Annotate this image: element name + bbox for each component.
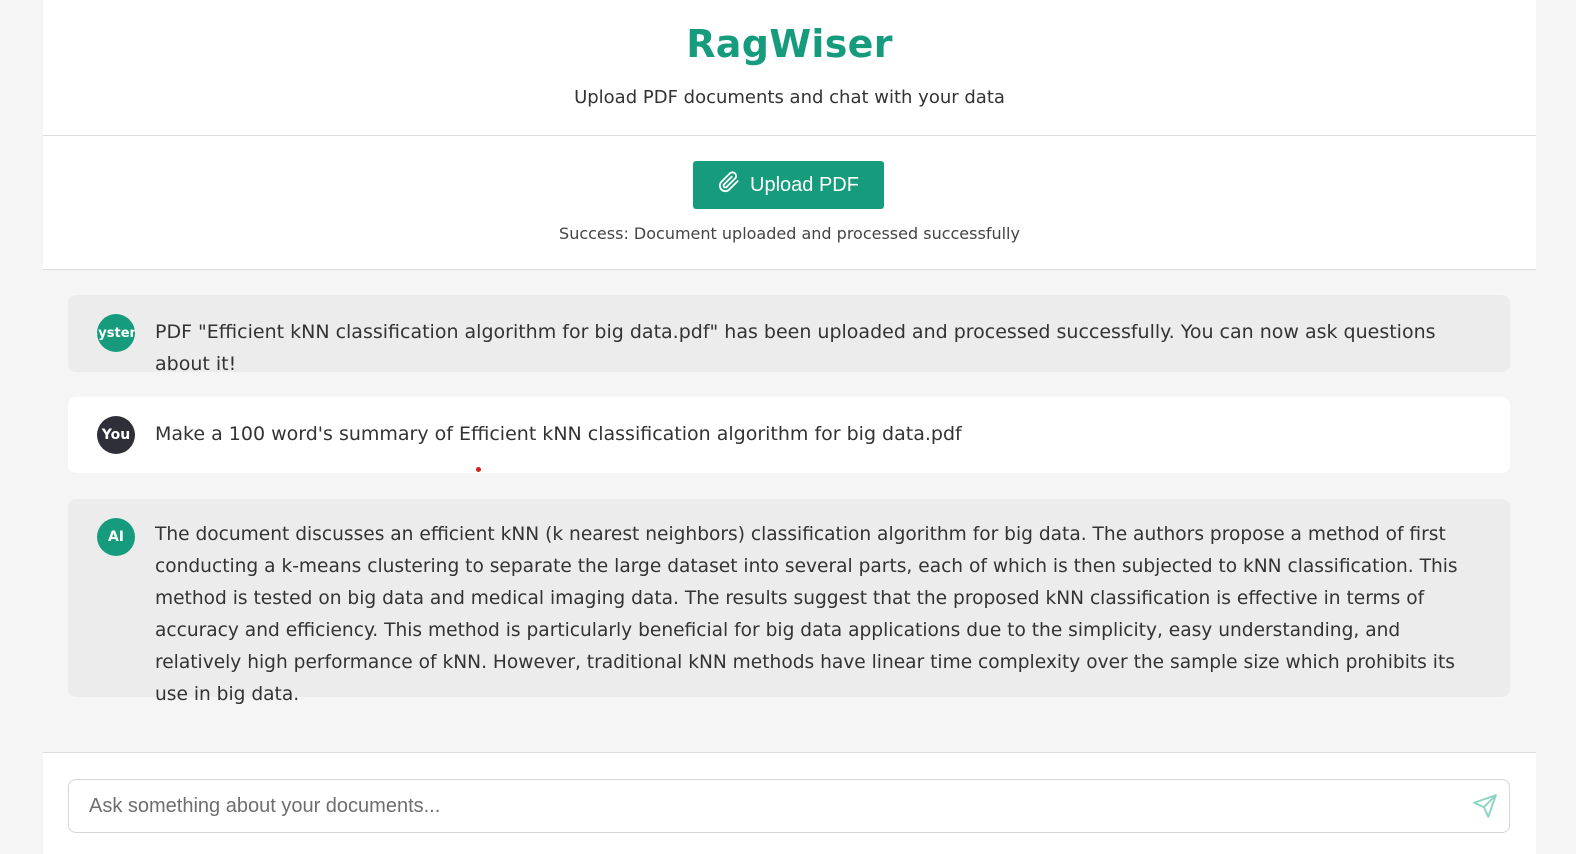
upload-pdf-button[interactable]: Upload PDF <box>693 161 884 209</box>
system-avatar: System <box>97 314 135 352</box>
app-title: RagWiser <box>686 22 893 66</box>
ai-message-text: The document discusses an efficient kNN … <box>155 524 1458 705</box>
app-subtitle: Upload PDF documents and chat with your … <box>574 87 1005 108</box>
upload-status-text: Success: Document uploaded and processed… <box>559 224 1020 243</box>
paperclip-icon <box>718 171 740 199</box>
upload-pdf-label: Upload PDF <box>750 173 859 196</box>
ai-avatar: AI <box>97 518 135 556</box>
user-message-text: Make a 100 word's summary of Efficient k… <box>155 423 962 445</box>
user-message: You Make a 100 word's summary of Efficie… <box>68 397 1510 473</box>
user-avatar: You <box>97 416 135 454</box>
mouse-cursor-marker <box>476 467 481 472</box>
chat-input[interactable] <box>68 779 1510 833</box>
app-container: RagWiser Upload PDF documents and chat w… <box>43 0 1536 854</box>
upload-section: Upload PDF Success: Document uploaded an… <box>43 136 1536 270</box>
send-button[interactable] <box>1471 793 1499 821</box>
system-message: System PDF "Efficient kNN classification… <box>68 295 1510 375</box>
chat-input-area <box>43 752 1536 854</box>
system-message-text: PDF "Efficient kNN classification algori… <box>155 321 1436 375</box>
ai-message: AI The document discusses an efficient k… <box>68 499 1510 705</box>
app-header: RagWiser Upload PDF documents and chat w… <box>43 0 1536 136</box>
send-icon <box>1472 794 1498 822</box>
